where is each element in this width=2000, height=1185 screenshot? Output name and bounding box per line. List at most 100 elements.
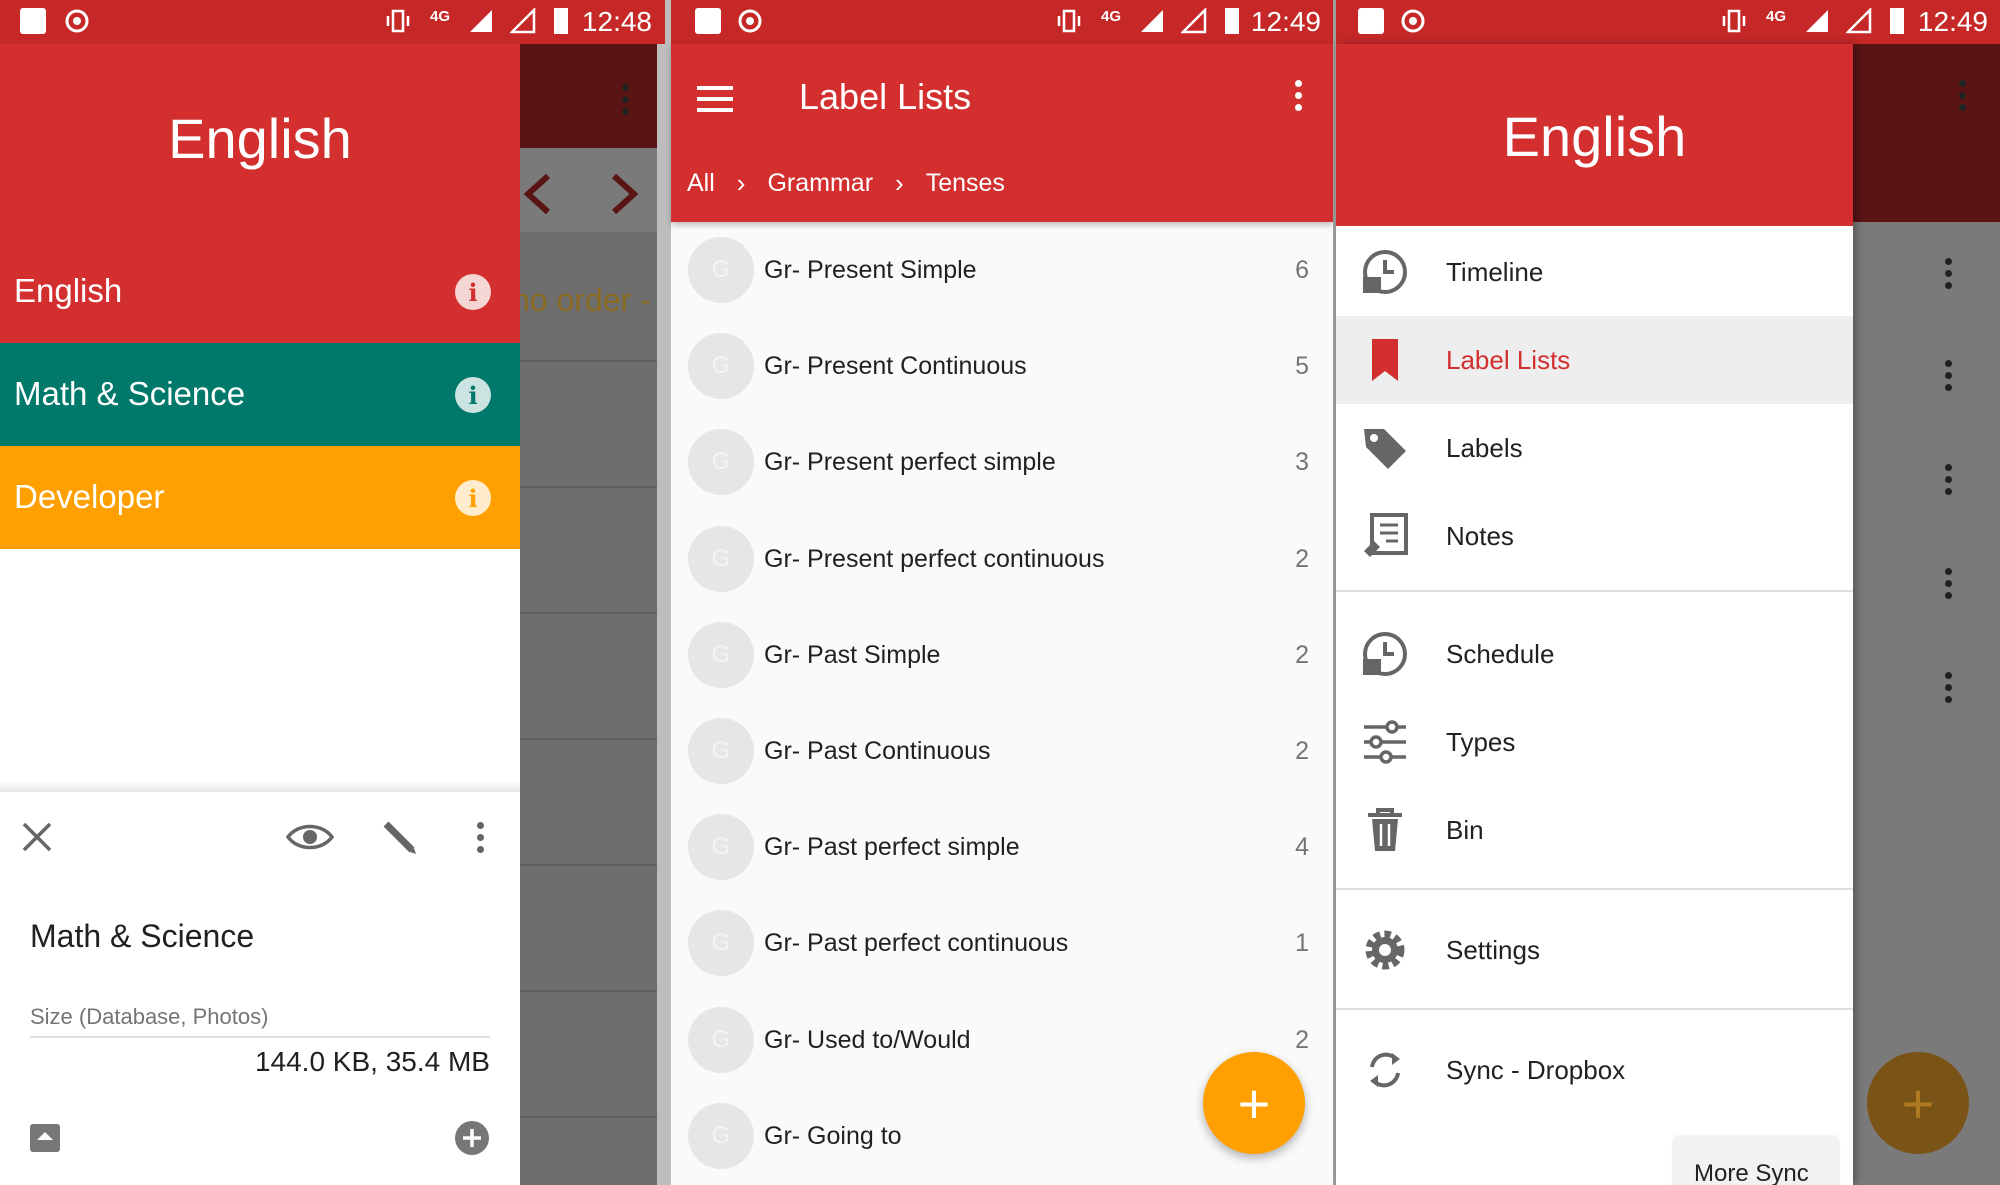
schedule-icon (1363, 632, 1407, 676)
avatar: G (688, 333, 754, 400)
avatar: G (688, 621, 754, 688)
eye-icon[interactable] (286, 820, 334, 854)
nav-item-notes[interactable]: Notes (1336, 492, 1853, 580)
nav-item-bin[interactable]: Bin (1336, 786, 1853, 874)
background-fab: + (1867, 1052, 1969, 1154)
nav-item-label: Settings (1446, 934, 1540, 965)
signal-empty-icon (1846, 8, 1872, 34)
label-list-name: Gr- Present Continuous (764, 352, 1027, 381)
timeline-icon (1363, 250, 1407, 294)
label-list-item[interactable]: G Gr- Present Continuous 5 (671, 318, 1333, 414)
nav-item-label: Bin (1446, 814, 1484, 845)
panel-nav-drawer: + 4G 12:49 English Timeline Label Lists … (1333, 0, 2000, 1185)
hotspot-icon (65, 9, 89, 33)
breadcrumb-tenses[interactable]: Tenses (926, 169, 1005, 198)
background-app-bar (520, 44, 665, 148)
info-icon[interactable]: i (455, 377, 491, 413)
label-list-item[interactable]: G Gr- Present Simple 6 (671, 222, 1333, 318)
background-row-line (520, 1116, 665, 1118)
collection-item[interactable]: Math & Science i (0, 343, 520, 446)
drawer-header-title: English (1502, 105, 1687, 168)
background-overflow-icon (622, 84, 630, 115)
background-app-bar (1850, 44, 2000, 222)
gear-icon (1365, 930, 1405, 970)
label-list-name: Gr- Past perfect simple (764, 833, 1020, 862)
background-overflow-icon (1959, 80, 1967, 111)
collections-drawer: English English i Math & Science i Developer… (0, 44, 520, 1185)
label-list-item[interactable]: G Gr- Past Continuous 2 (671, 703, 1333, 799)
hotspot-icon (1401, 9, 1425, 33)
hotspot-icon (738, 9, 762, 33)
signal-icon (1141, 10, 1163, 32)
nav-item-types[interactable]: Types (1336, 698, 1853, 786)
drawer-header-title: English (168, 107, 352, 170)
image-icon (20, 8, 46, 34)
signal-icon (1806, 10, 1828, 32)
info-icon[interactable]: i (455, 480, 491, 516)
size-label: Size (Database, Photos) (30, 1004, 269, 1029)
add-fab[interactable]: + (1203, 1052, 1305, 1154)
sheet-title: Math & Science (30, 918, 255, 954)
battery-icon (554, 8, 568, 34)
label-list-item[interactable]: G Gr- Present perfect continuous 2 (671, 511, 1333, 607)
label-list-name: Gr- Used to/Would (764, 1025, 971, 1054)
background-row-menu-icon (1945, 360, 1953, 391)
trash-icon (1368, 808, 1402, 851)
label-list-item[interactable]: G Gr- Past perfect simple 4 (671, 799, 1333, 895)
label-count: 2 (1295, 1025, 1309, 1054)
nav-item-sync-dropbox[interactable]: Sync - Dropbox (1336, 1026, 1853, 1114)
label-list-item[interactable]: G Gr- Past Simple 2 (671, 607, 1333, 703)
label-count: 5 (1295, 352, 1309, 381)
close-icon[interactable] (20, 820, 54, 854)
background-row-line (520, 990, 665, 992)
breadcrumb-all[interactable]: All (687, 169, 715, 198)
status-bar: 4G 12:49 (1336, 0, 2000, 44)
battery-icon (1225, 8, 1239, 34)
chevron-right-icon: › (895, 168, 904, 198)
overflow-menu-icon[interactable] (1295, 80, 1303, 111)
background-row-menu-icon (1945, 672, 1953, 703)
nav-item-timeline[interactable]: Timeline (1336, 228, 1853, 316)
add-circle-icon[interactable] (454, 1120, 490, 1156)
label-list-item[interactable]: G Gr- Present perfect simple 3 (671, 414, 1333, 510)
nav-item-label-lists[interactable]: Label Lists (1336, 316, 1853, 404)
sync-icon (1370, 1052, 1400, 1088)
breadcrumb-grammar[interactable]: Grammar (767, 169, 873, 198)
nav-item-settings[interactable]: Settings (1336, 906, 1853, 994)
edit-icon[interactable] (380, 818, 418, 856)
menu-icon[interactable] (697, 86, 733, 112)
battery-icon (1890, 8, 1904, 34)
avatar: G (688, 910, 754, 977)
label-count: 2 (1295, 737, 1309, 765)
label-count: 3 (1295, 448, 1309, 477)
status-time: 12:49 (1917, 6, 1988, 37)
nav-item-schedule[interactable]: Schedule (1336, 610, 1853, 698)
collection-item[interactable]: English i (0, 240, 520, 343)
nav-item-label: Types (1446, 726, 1516, 757)
panel-collections: no order - 4G 12:48 English English i Math… (0, 0, 665, 1185)
drawer-divider (1336, 1008, 1853, 1010)
more-sync-button[interactable]: More Sync (1674, 1136, 1838, 1185)
nav-item-label: Timeline (1446, 256, 1544, 287)
collection-label: Developer (14, 478, 165, 515)
drawer-header: English (1336, 44, 1853, 226)
label-list-item[interactable]: G Gr- Past perfect continuous 1 (671, 895, 1333, 991)
overflow-menu-icon[interactable] (477, 822, 485, 853)
app-bar-title: Label Lists (799, 76, 972, 117)
label-list-name: Gr- Present Simple (764, 256, 977, 284)
nav-drawer: English Timeline Label Lists Labels Note… (1336, 44, 1853, 1185)
avatar: G (688, 429, 754, 496)
background-row-line (520, 738, 665, 740)
archive-icon[interactable] (28, 1120, 62, 1154)
chevron-right-icon: › (736, 168, 746, 198)
drawer-divider (1336, 590, 1853, 592)
info-icon[interactable]: i (455, 274, 491, 310)
nav-item-labels[interactable]: Labels (1336, 404, 1853, 492)
collection-label: English (14, 272, 123, 309)
bottom-sheet: Math & Science Size (Database, Photos) 1… (0, 792, 520, 1185)
image-icon (695, 8, 721, 34)
collection-item[interactable]: Developer i (0, 446, 520, 549)
sliders-icon (1364, 720, 1406, 764)
status-time: 12:48 (581, 6, 652, 37)
label-list-name: Gr- Past Continuous (764, 737, 991, 765)
